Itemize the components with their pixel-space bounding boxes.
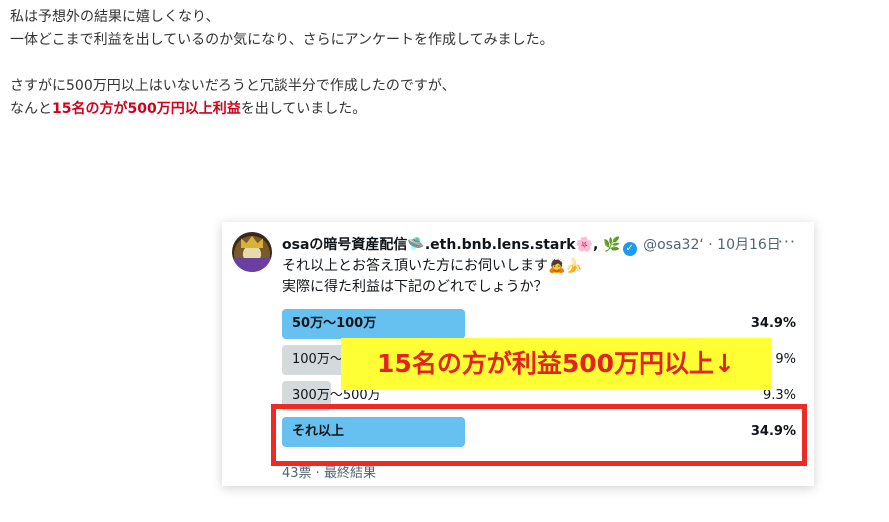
ufo-emoji-icon: 🛸 — [407, 237, 425, 253]
poll-option-label: 50万〜100万 — [292, 316, 377, 331]
tweet-text-line-1-text: それ以上とお答え頂いた方にお伺いします — [282, 258, 548, 274]
highlight-frame — [271, 404, 807, 466]
more-options-icon[interactable]: ··· — [778, 232, 796, 251]
annotation-banner: 15名の方が利益500万円以上↓ — [341, 338, 771, 390]
intro-line-2: 一体どこまで利益を出しているのか気になり、さらにアンケートを作成してみました。 — [10, 32, 554, 48]
crown-icon — [241, 236, 263, 248]
article-intro: 私は予想外の結果に嬉しくなり、 一体どこまで利益を出しているのか気になり、さらに… — [10, 6, 554, 121]
tweet-header: osaの暗号資産配信🛸.eth.bnb.lens.stark🌸, 🌿 ✓ @osa… — [282, 234, 781, 256]
display-name-text: osaの暗号資産配信 — [282, 237, 408, 253]
cape-shape — [232, 258, 272, 272]
verified-badge-icon: ✓ — [622, 242, 637, 256]
user-handle[interactable]: @osa32‘ — [643, 237, 704, 253]
intro-line-4-post: を出していました。 — [240, 101, 367, 117]
poll-option-percent: 34.9% — [750, 316, 796, 331]
tweet-date[interactable]: 10月16日 — [717, 237, 781, 253]
display-name-suffix: .eth.bnb.lens.stark — [424, 237, 576, 253]
flower-emoji-icon: 🌸 — [575, 237, 593, 253]
poll-option-label: 100万〜 — [292, 352, 343, 367]
intro-line-4-pre: なんと — [10, 101, 52, 117]
tweet-text: それ以上とお答え頂いた方にお伺いします🙇🍌 実際に得た利益は下記のどれでしょうか… — [282, 256, 583, 298]
tweet-text-line-2: 実際に得た利益は下記のどれでしょうか？ — [282, 279, 548, 295]
tweet-text-line-1: それ以上とお答え頂いた方にお伺いします🙇🍌 — [282, 256, 583, 277]
display-name[interactable]: osaの暗号資産配信🛸.eth.bnb.lens.stark🌸, 🌿 — [282, 237, 621, 253]
intro-line-4: なんと15名の方が500万円以上利益を出していました。 — [10, 98, 554, 121]
herb-emoji-icon: 🌿 — [603, 237, 621, 253]
bowing-banana-emoji-icon: 🙇🍌 — [548, 258, 583, 274]
intro-line-1: 私は予想外の結果に嬉しくなり、 — [10, 9, 220, 25]
intro-highlight: 15名の方が500万円以上利益 — [52, 101, 241, 117]
avatar[interactable] — [232, 232, 272, 272]
poll-option: 50万〜100万 34.9% — [282, 309, 796, 339]
header-separator: · — [703, 237, 718, 253]
intro-line-3: さすがに500万円以上はいないだろうと冗談半分で作成したのですが、 — [10, 78, 456, 94]
poll-option-percent: 9% — [775, 352, 796, 367]
